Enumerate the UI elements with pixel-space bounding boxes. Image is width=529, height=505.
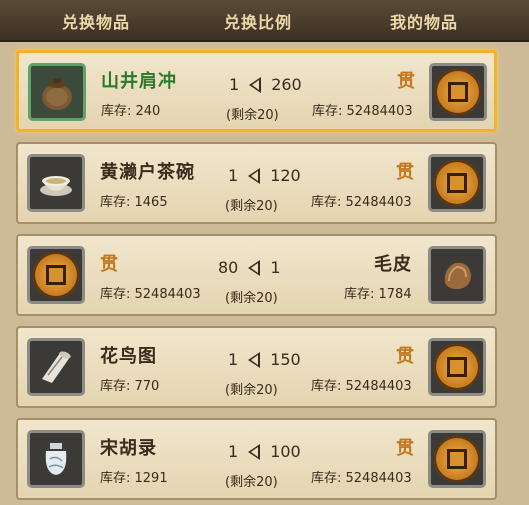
get-item-stock: 库存: 1784 [344, 287, 412, 302]
ratio-right: 100 [270, 442, 301, 461]
remaining-count: (剩余20) [225, 383, 278, 398]
remaining-count: (剩余20) [225, 291, 278, 306]
coin-icon[interactable] [27, 246, 85, 304]
coin-icon[interactable] [428, 154, 486, 212]
header-exchange-item: 兑换物品 [62, 13, 131, 32]
get-item-name: 毛皮 [374, 254, 412, 275]
remaining-count: (剩余20) [225, 199, 278, 214]
exchange-ratio: 1 100 [228, 442, 301, 461]
header-my-item: 我的物品 [390, 13, 459, 32]
exchange-ratio: 1 150 [228, 350, 301, 369]
exchange-row[interactable]: 花鸟图 库存: 770 1 150 (剩余20) 贯 库存: 52484403 [16, 326, 497, 408]
get-item-stock: 库存: 52484403 [311, 471, 412, 486]
remaining-count: (剩余20) [226, 108, 279, 123]
ratio-left: 80 [218, 258, 239, 277]
ratio-right: 150 [270, 350, 301, 369]
get-item-name: 贯 [397, 71, 415, 92]
give-item-stock: 库存: 1465 [100, 195, 168, 210]
coin-icon[interactable] [429, 63, 487, 121]
exchange-ratio: 1 120 [228, 166, 301, 185]
exchange-row[interactable]: 贯 库存: 52484403 80 1 (剩余20) 毛皮 库存: 1784 [16, 234, 497, 316]
scroll-icon[interactable] [27, 338, 85, 396]
porcelain-jar-icon[interactable] [27, 430, 85, 488]
give-item-name: 山井肩冲 [101, 71, 177, 92]
get-item-name: 贯 [396, 162, 414, 183]
get-item-stock: 库存: 52484403 [311, 195, 412, 210]
coin-icon[interactable] [428, 430, 486, 488]
ratio-right: 260 [271, 75, 302, 94]
ratio-right: 1 [270, 258, 281, 277]
coin-icon[interactable] [428, 338, 486, 396]
ratio-left: 1 [228, 442, 239, 461]
exchange-row[interactable]: 山井肩冲 库存: 240 1 260 (剩余20) 贯 库存: 52484403 [16, 50, 497, 132]
get-item-name: 贯 [396, 438, 414, 459]
header-exchange-ratio: 兑换比例 [224, 13, 293, 32]
exchange-row[interactable]: 黄濑户茶碗 库存: 1465 1 120 (剩余20) 贯 库存: 524844… [16, 142, 497, 224]
fur-pelt-icon[interactable] [428, 246, 486, 304]
arrow-left-icon [249, 76, 262, 93]
arrow-left-icon [248, 443, 261, 460]
arrow-left-icon [248, 167, 261, 184]
ratio-left: 1 [229, 75, 240, 94]
tea-bowl-icon[interactable] [27, 154, 85, 212]
tea-jar-icon[interactable] [28, 63, 86, 121]
exchange-header: 兑换物品 兑换比例 我的物品 [0, 0, 529, 42]
arrow-left-icon [248, 351, 261, 368]
get-item-stock: 库存: 52484403 [312, 104, 413, 119]
get-item-name: 贯 [396, 346, 414, 367]
give-item-stock: 库存: 52484403 [100, 287, 201, 302]
get-item-stock: 库存: 52484403 [311, 379, 412, 394]
exchange-ratio: 80 1 [218, 258, 281, 277]
ratio-left: 1 [228, 166, 239, 185]
exchange-ratio: 1 260 [229, 75, 302, 94]
ratio-right: 120 [270, 166, 301, 185]
exchange-row[interactable]: 宋胡录 库存: 1291 1 100 (剩余20) 贯 库存: 52484403 [16, 418, 497, 500]
give-item-name: 花鸟图 [100, 346, 157, 367]
give-item-stock: 库存: 770 [100, 379, 160, 394]
give-item-stock: 库存: 240 [101, 104, 161, 119]
give-item-name: 黄濑户茶碗 [100, 162, 195, 183]
remaining-count: (剩余20) [225, 475, 278, 490]
give-item-name: 贯 [100, 254, 118, 275]
exchange-list: 山井肩冲 库存: 240 1 260 (剩余20) 贯 库存: 52484403… [0, 42, 529, 505]
ratio-left: 1 [228, 350, 239, 369]
arrow-left-icon [248, 259, 261, 276]
give-item-stock: 库存: 1291 [100, 471, 168, 486]
give-item-name: 宋胡录 [100, 438, 157, 459]
